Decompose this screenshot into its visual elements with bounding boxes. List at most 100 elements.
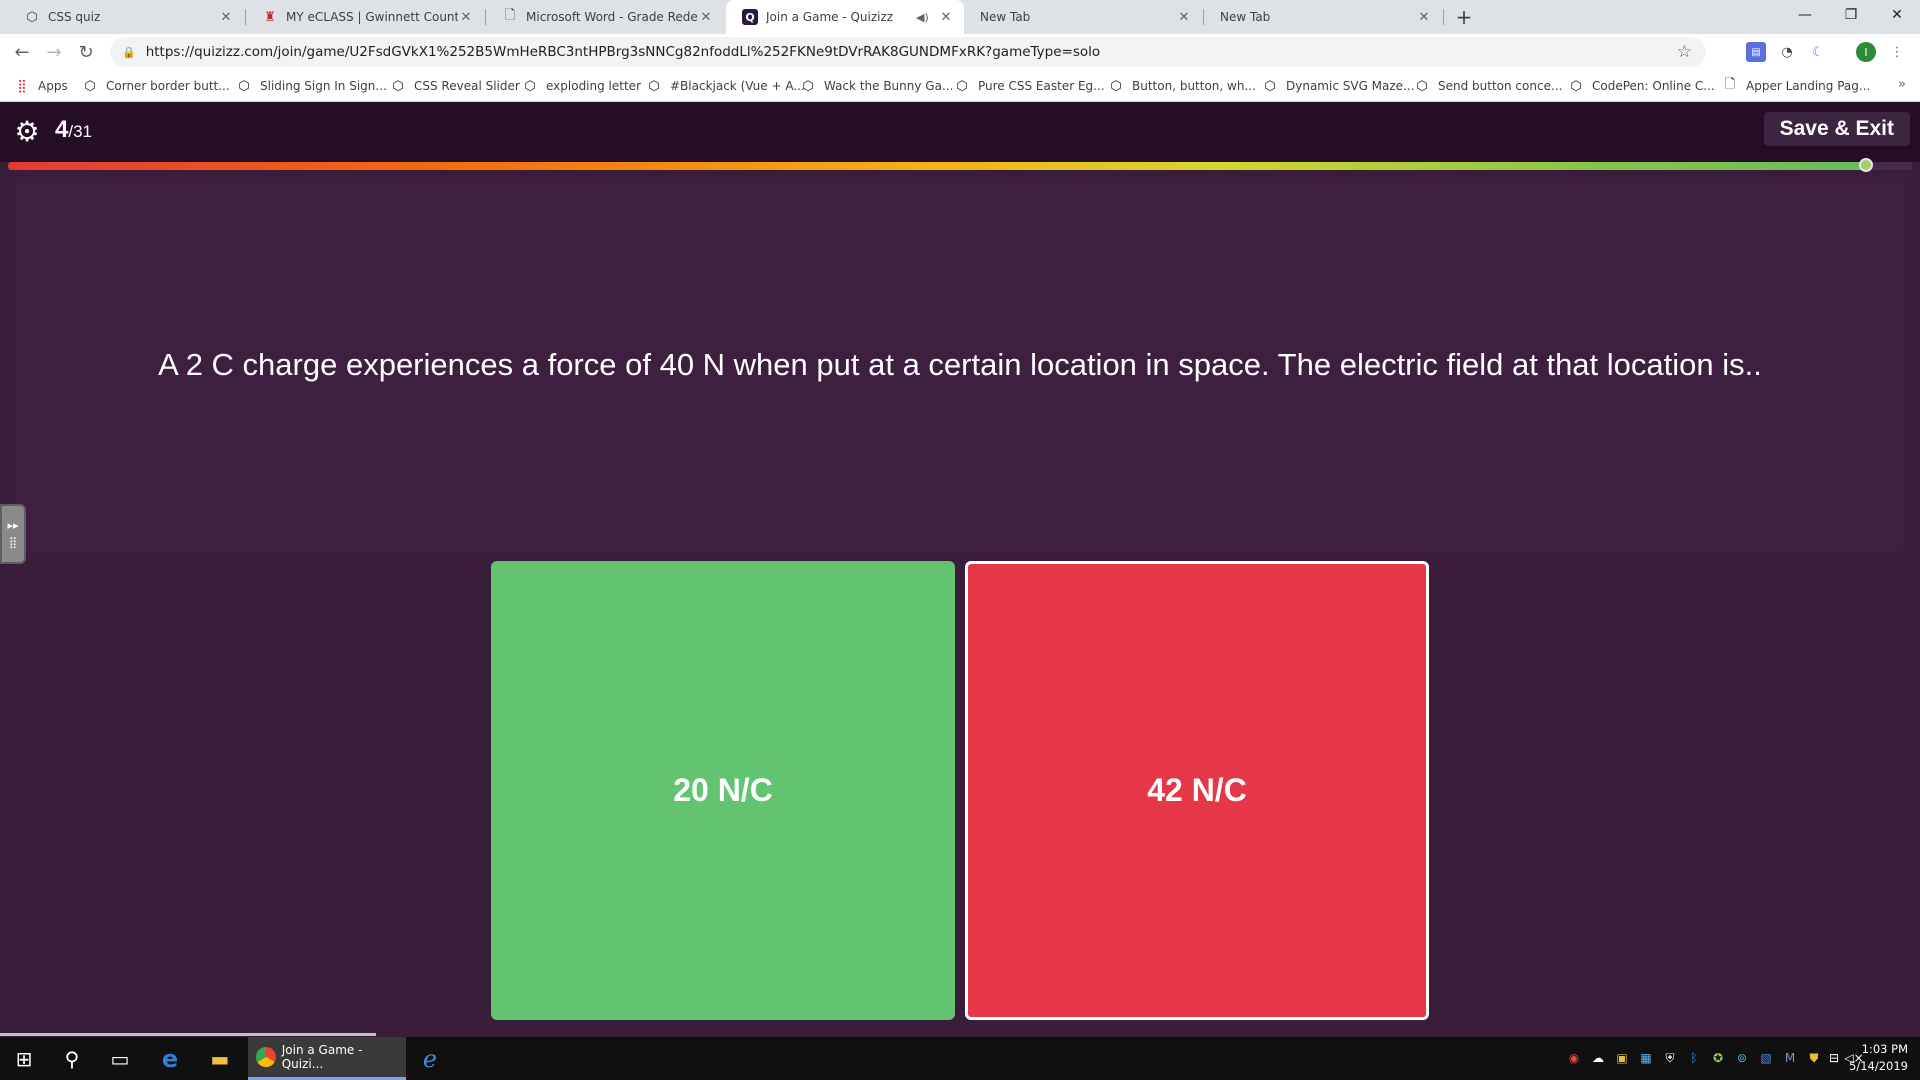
taskbar-app-chrome[interactable]: Join a Game - Quizi...	[248, 1037, 406, 1080]
bookmark-item[interactable]: ⬡ Dynamic SVG Maze...	[1262, 76, 1415, 96]
tray-app-icon[interactable]: ▣	[1614, 1049, 1630, 1067]
lock-icon: 🔒	[122, 45, 136, 59]
security-shield-icon[interactable]: ⛊	[1806, 1049, 1822, 1067]
reload-button[interactable]: ↻	[72, 38, 100, 66]
bookmark-item[interactable]: ⬡ Send button conce...	[1414, 76, 1562, 96]
document-icon: 🗋	[504, 8, 516, 23]
windows-start-icon[interactable]: ⊞	[0, 1037, 48, 1080]
answer-option-2[interactable]: 42 N/C	[965, 561, 1429, 1020]
codepen-icon: ⬡	[26, 9, 38, 25]
bookmark-item[interactable]: ⬡ CSS Reveal Slider	[390, 76, 520, 96]
bookmark-label: Dynamic SVG Maze...	[1286, 79, 1415, 93]
browser-toolbar: ← → ↻ 🔒 https://quizizz.com/join/game/U2…	[0, 34, 1920, 70]
clock-date: 5/14/2019	[1849, 1059, 1908, 1073]
gear-icon[interactable]: ⚙	[12, 115, 42, 148]
bookmark-item[interactable]: ⬡ #Blackjack (Vue + A...	[646, 76, 804, 96]
drag-grip-icon: ⣿	[8, 536, 18, 549]
network-icon[interactable]: ⊟	[1826, 1049, 1842, 1067]
taskbar-clock[interactable]: 1:03 PM 5/14/2019	[1849, 1041, 1908, 1075]
close-icon[interactable]: ✕	[458, 9, 474, 25]
answer-option-1[interactable]: 20 N/C	[491, 561, 955, 1020]
chrome-tray-icon[interactable]: ◉	[1566, 1049, 1582, 1067]
bookmark-item[interactable]: ⬡ CodePen: Online C...	[1568, 76, 1714, 96]
tab-title: MY eCLASS | Gwinnett County Pu	[286, 10, 458, 24]
onedrive-icon[interactable]: ☁	[1590, 1049, 1606, 1067]
task-view-icon[interactable]: ▭	[96, 1037, 144, 1080]
side-drawer-handle[interactable]: ▸▸ ⣿	[0, 504, 26, 564]
speaker-icon[interactable]: ◀)	[916, 11, 932, 24]
taskbar-app-label: Join a Game - Quizi...	[281, 1043, 363, 1071]
bookmark-item[interactable]: ⬡ exploding letter	[522, 76, 641, 96]
bookmarks-bar: ⣿ Apps ⬡ Corner border butt... ⬡ Sliding…	[0, 70, 1920, 102]
codepen-icon: ⬡	[648, 78, 660, 94]
tab-new-tab-2[interactable]: New Tab ✕	[1204, 0, 1442, 34]
codepen-icon: ⬡	[802, 78, 814, 94]
codepen-icon: ⬡	[1264, 78, 1276, 94]
apps-grid-icon: ⣿	[17, 78, 27, 94]
tab-title: New Tab	[980, 10, 1031, 24]
bookmark-item[interactable]: 🗋 Apper Landing Pag...	[1722, 76, 1871, 96]
close-icon[interactable]: ✕	[1416, 9, 1432, 25]
codepen-icon: ⬡	[1570, 78, 1582, 94]
bookmark-label: Pure CSS Easter Eg...	[978, 79, 1105, 93]
bookmark-item[interactable]: ⬡ Button, button, wh...	[1108, 76, 1256, 96]
quizizz-icon: Q	[742, 9, 758, 25]
tab-word-doc[interactable]: 🗋 Microsoft Word - Grade Redemp ✕	[486, 0, 724, 34]
bookmark-item[interactable]: ⬡ Wack the Bunny Ga...	[800, 76, 953, 96]
codepen-icon: ⬡	[956, 78, 968, 94]
close-icon[interactable]: ✕	[218, 9, 234, 25]
tab-new-tab-1[interactable]: New Tab ✕	[964, 0, 1202, 34]
bookmark-star-icon[interactable]: ☆	[1677, 42, 1692, 62]
close-icon[interactable]: ✕	[698, 9, 714, 25]
bookmark-label: exploding letter	[546, 79, 641, 93]
progress-bar	[8, 162, 1912, 170]
document-icon: 🗋	[1724, 77, 1736, 92]
address-bar[interactable]: 🔒 https://quizizz.com/join/game/U2FsdGVk…	[110, 37, 1706, 67]
bookmark-label: Send button conce...	[1438, 79, 1563, 93]
bookmark-item[interactable]: ⬡ Corner border butt...	[82, 76, 229, 96]
shield-icon[interactable]: ⛨	[1662, 1049, 1678, 1067]
windows-taskbar: ⊞ ⚲ ▭ e ▬ Join a Game - Quizi... ℯ ◉ ☁ ▣…	[0, 1037, 1920, 1080]
tray-app-icon[interactable]: ✪	[1710, 1049, 1726, 1067]
tray-app-icon[interactable]: ⊚	[1734, 1049, 1750, 1067]
search-icon[interactable]: ⚲	[48, 1037, 96, 1080]
tray-app-icon[interactable]: ▦	[1638, 1049, 1654, 1067]
current-question-number: 4	[55, 116, 69, 143]
tab-eclass[interactable]: ♜ MY eCLASS | Gwinnett County Pu ✕	[246, 0, 484, 34]
tab-separator	[1443, 9, 1444, 25]
close-window-button[interactable]: ✕	[1874, 0, 1920, 30]
extension-translate-icon[interactable]: ▤	[1746, 42, 1766, 62]
extension-speed-icon[interactable]: ◔	[1777, 42, 1797, 62]
file-explorer-icon[interactable]: ▬	[196, 1037, 244, 1080]
bookmark-item[interactable]: ⬡ Pure CSS Easter Eg...	[954, 76, 1105, 96]
url-text: https://quizizz.com/join/game/U2FsdGVkX1…	[145, 44, 1101, 60]
back-button[interactable]: ←	[8, 38, 36, 66]
close-icon[interactable]: ✕	[1176, 9, 1192, 25]
edge-browser-icon[interactable]: e	[146, 1037, 194, 1080]
menu-kebab-icon[interactable]: ⋮	[1887, 42, 1907, 62]
minimize-button[interactable]: —	[1782, 0, 1828, 30]
new-tab-button[interactable]: +	[1452, 5, 1476, 29]
chrome-icon	[256, 1047, 276, 1067]
extension-moon-icon[interactable]: ☾	[1808, 42, 1828, 62]
codepen-icon: ⬡	[1416, 78, 1428, 94]
bluetooth-icon[interactable]: ᛒ	[1686, 1049, 1702, 1067]
tab-title: CSS quiz	[48, 10, 101, 24]
tray-app-icon[interactable]: ▧	[1758, 1049, 1774, 1067]
question-panel: A 2 C charge experiences a force of 40 N…	[16, 177, 1904, 552]
quiz-app: ⚙ 4/31 Save & Exit A 2 C charge experien…	[0, 102, 1920, 1037]
close-icon[interactable]: ✕	[938, 9, 954, 25]
save-exit-button[interactable]: Save & Exit	[1763, 112, 1910, 146]
codepen-icon: ⬡	[1110, 78, 1122, 94]
internet-explorer-icon[interactable]: ℯ	[406, 1037, 454, 1080]
bookmark-item[interactable]: ⬡ Sliding Sign In Sign...	[236, 76, 387, 96]
restore-button[interactable]: ❐	[1828, 0, 1874, 30]
tab-css-quiz[interactable]: ⬡ CSS quiz ✕	[8, 0, 244, 34]
chevron-double-right-icon[interactable]: »	[1898, 77, 1906, 92]
bookmark-apps[interactable]: ⣿ Apps	[14, 76, 67, 96]
forward-button[interactable]: →	[40, 38, 68, 66]
tray-app-icon[interactable]: M	[1782, 1049, 1798, 1067]
profile-avatar[interactable]: I	[1856, 42, 1876, 62]
tab-quizizz[interactable]: Q Join a Game - Quizizz ◀) ✕	[726, 0, 964, 34]
browser-tab-strip: ⬡ CSS quiz ✕ ♜ MY eCLASS | Gwinnett Coun…	[0, 0, 1920, 34]
